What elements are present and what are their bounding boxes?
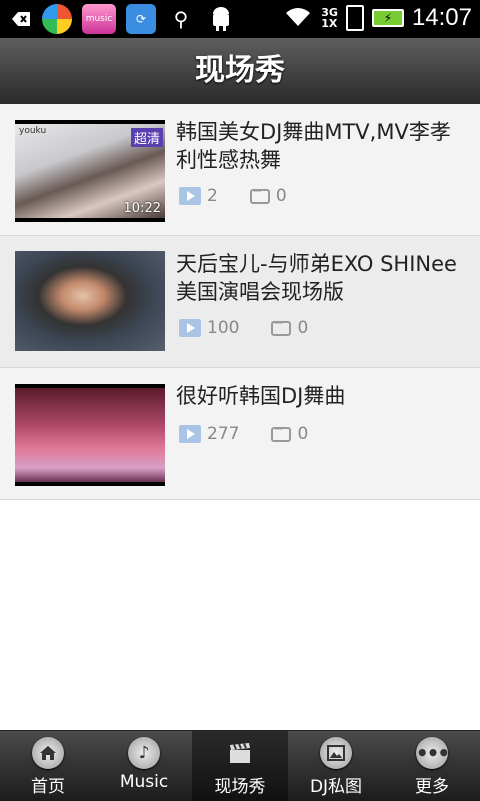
music-app-icon: music	[82, 4, 116, 34]
video-title: 很好听韩国DJ舞曲	[176, 384, 346, 408]
clapperboard-icon	[224, 737, 256, 769]
video-list: youku 超清 10:22 韩国美女DJ舞曲MTV,MV李孝利性感热舞 2 0…	[0, 104, 480, 500]
hd-badge: 超清	[130, 128, 163, 147]
more-icon: •••	[416, 737, 450, 769]
comment-count: 0	[275, 186, 287, 206]
status-bar: music ⟳ ⚲ 3G 1X ⚡ 14:07	[0, 0, 480, 38]
play-count-icon	[179, 319, 201, 337]
play-count: 100	[207, 318, 240, 338]
nav-item-music[interactable]: ♪ Music	[96, 731, 192, 801]
video-item[interactable]: 很好听韩国DJ舞曲 277 0	[0, 368, 480, 500]
video-stats: 277 0	[179, 423, 309, 444]
nav-label: 首页	[31, 777, 65, 797]
video-thumbnail[interactable]	[15, 384, 165, 486]
source-logo: youku	[19, 126, 47, 136]
nav-label: DJ私图	[309, 777, 363, 797]
comment-count: 0	[297, 318, 309, 338]
android-icon	[206, 4, 236, 34]
comment-icon	[249, 185, 270, 204]
play-count-icon	[179, 187, 201, 205]
sim-icon	[345, 5, 364, 31]
duration-label: 10:22	[123, 201, 161, 216]
back-icon	[10, 4, 32, 34]
nav-label: Music	[119, 772, 169, 792]
video-title: 韩国美女DJ舞曲MTV,MV李孝利性感热舞	[176, 120, 451, 172]
usb-icon: ⚲	[173, 7, 189, 31]
picture-icon	[320, 737, 352, 769]
video-title: 天后宝儿-与师弟EXO SHINee美国演唱会现场版	[176, 252, 457, 304]
comment-icon	[271, 423, 292, 442]
music-note-icon: ♪	[128, 737, 160, 769]
nav-item-more[interactable]: ••• 更多	[384, 731, 480, 801]
home-icon	[32, 737, 64, 769]
video-item[interactable]: youku 超清 10:22 韩国美女DJ舞曲MTV,MV李孝利性感热舞 2 0	[0, 104, 480, 236]
nav-label: 现场秀	[214, 777, 266, 797]
battery-icon: ⚡	[371, 9, 404, 27]
play-count-icon	[179, 425, 201, 443]
video-stats: 2 0	[179, 185, 287, 206]
nav-item-home[interactable]: 首页	[0, 731, 96, 801]
bottom-nav: 首页 ♪ Music 现场秀 DJ私图 ••• 更多	[0, 730, 480, 801]
comment-count: 0	[297, 424, 309, 444]
video-thumbnail[interactable]: youku 超清 10:22	[15, 120, 165, 222]
colorwheel-icon	[42, 4, 72, 34]
play-count: 277	[207, 424, 240, 444]
clock: 14:07	[411, 4, 472, 31]
comment-icon	[271, 317, 292, 336]
video-item[interactable]: 天后宝儿-与师弟EXO SHINee美国演唱会现场版 100 0	[0, 236, 480, 368]
play-count: 2	[207, 186, 218, 206]
video-thumbnail[interactable]	[15, 251, 165, 351]
nav-label: 更多	[415, 777, 449, 797]
network-indicator: 3G 1X	[321, 6, 338, 30]
wifi-icon	[283, 4, 313, 32]
sync-icon: ⟳	[126, 4, 156, 34]
nav-item-live[interactable]: 现场秀	[192, 731, 288, 801]
nav-item-dj-pics[interactable]: DJ私图	[288, 731, 384, 801]
page-title: 现场秀	[195, 53, 285, 88]
video-stats: 100 0	[179, 317, 309, 338]
title-bar: 现场秀	[0, 38, 480, 105]
